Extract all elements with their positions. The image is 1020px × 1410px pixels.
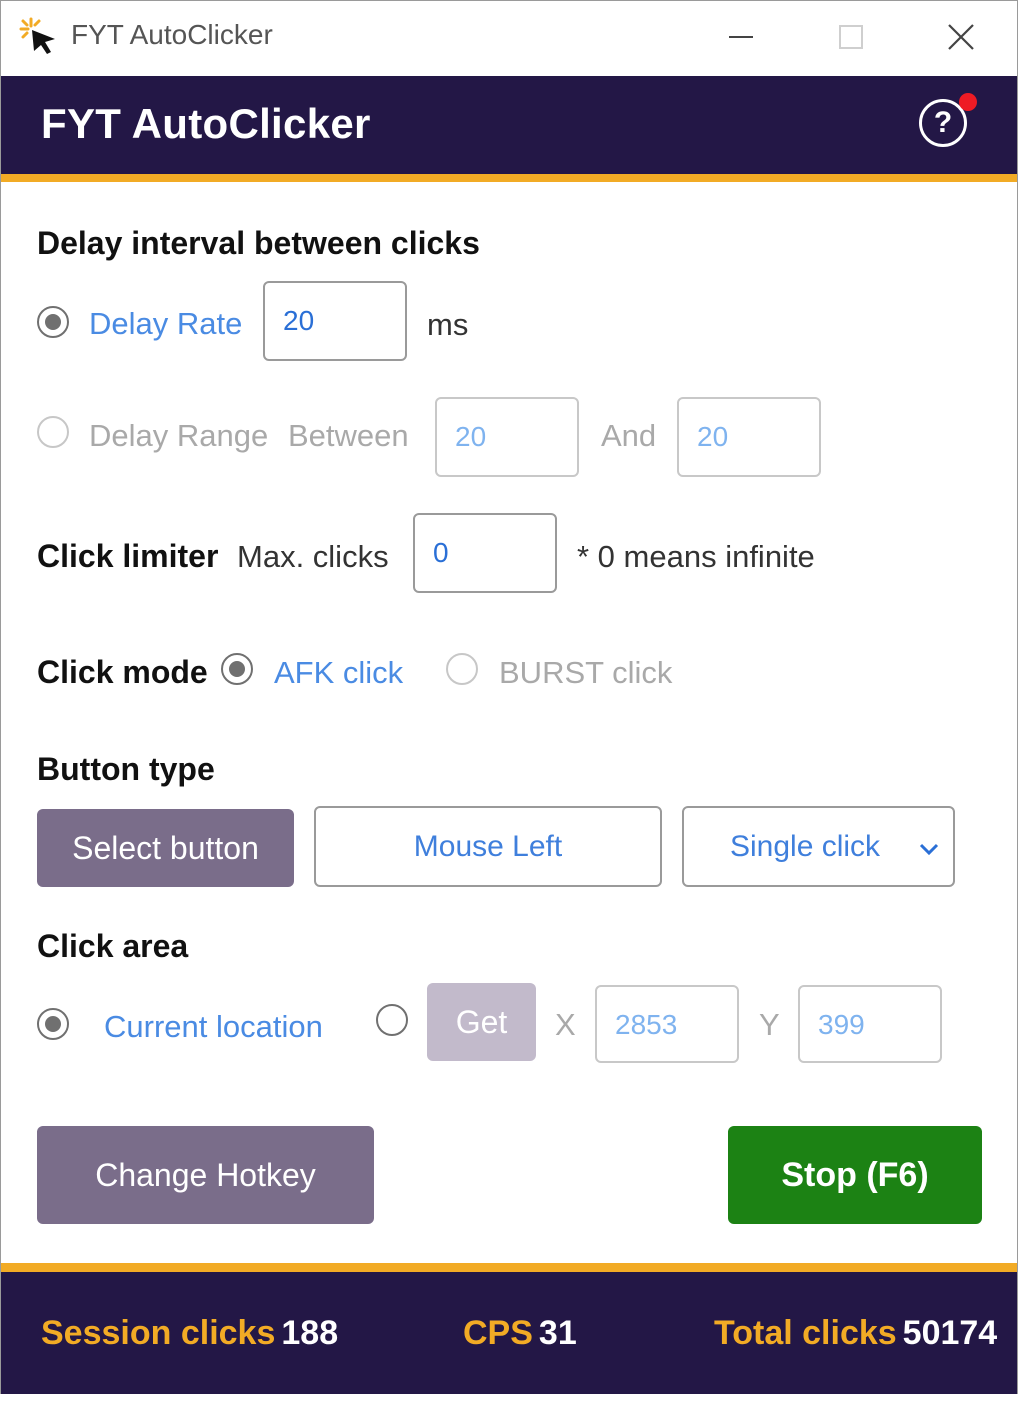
delay-rate-input[interactable]: 20 [263,281,407,361]
total-clicks-stat: Total clicks 50174 [714,1314,997,1353]
cps-label: CPS [463,1314,533,1352]
close-button[interactable] [931,11,991,63]
y-coordinate-input[interactable]: 399 [798,985,942,1063]
current-location-label[interactable]: Current location [104,1009,323,1045]
x-label: X [555,1007,576,1042]
change-hotkey-button[interactable]: Change Hotkey [37,1126,374,1224]
close-icon [948,24,974,50]
maximize-button[interactable] [821,11,881,63]
delay-section-title: Delay interval between clicks [37,225,480,261]
max-clicks-note: * 0 means infinite [577,539,815,574]
header-title: FYT AutoClicker [41,100,371,147]
session-clicks-value: 188 [281,1314,339,1352]
total-clicks-label: Total clicks [714,1314,897,1352]
button-type-section-title: Button type [37,751,215,787]
session-clicks-stat: Session clicks 188 [41,1314,338,1353]
fixed-location-radio[interactable] [376,1004,408,1036]
and-label: And [601,418,657,453]
stop-button[interactable]: Stop (F6) [728,1126,982,1224]
accent-bar-top [1,174,1017,182]
maximize-icon [839,25,863,49]
current-location-radio[interactable] [37,1008,69,1040]
minimize-button[interactable] [711,11,771,63]
stats-footer: Session clicks 188 CPS 31 Total clicks 5017… [1,1272,1017,1394]
delay-range-from-input[interactable]: 20 [435,397,579,477]
delay-range-label[interactable]: Delay Range [89,418,268,454]
delay-rate-unit: ms [427,307,469,342]
total-clicks-value: 50174 [902,1314,998,1352]
accent-bar-bottom [1,1263,1017,1272]
burst-click-label[interactable]: BURST click [499,655,672,691]
limiter-section-title: Click limiter [37,538,219,574]
delay-rate-radio[interactable] [37,306,69,338]
cps-stat: CPS 31 [463,1314,577,1353]
mouse-button-field[interactable]: Mouse Left [314,806,662,887]
app-cursor-icon [19,17,55,54]
window-title: FYT AutoClicker [71,19,273,50]
x-coordinate-input[interactable]: 2853 [595,985,739,1063]
session-clicks-label: Session clicks [41,1314,276,1352]
app-window: FYT AutoClicker FYT AutoClicker ? Delay … [0,0,1018,1394]
delay-range-to-input[interactable]: 20 [677,397,821,477]
between-label: Between [288,418,409,453]
afk-click-radio[interactable] [221,653,253,685]
afk-click-label[interactable]: AFK click [274,655,403,691]
notification-dot [959,93,977,111]
title-bar: FYT AutoClicker [1,1,1017,76]
mode-section-title: Click mode [37,654,208,690]
max-clicks-input[interactable]: 0 [413,513,557,593]
delay-range-radio[interactable] [37,416,69,448]
select-button[interactable]: Select button [37,809,294,887]
y-label: Y [759,1007,780,1042]
max-clicks-label: Max. clicks [237,539,389,574]
minimize-icon [729,36,753,38]
click-type-select[interactable]: Single click [682,806,955,887]
app-header: FYT AutoClicker [1,76,1017,174]
cps-value: 31 [538,1314,577,1352]
area-section-title: Click area [37,928,189,964]
click-type-value: Single click [730,829,881,863]
chevron-down-icon [919,843,939,856]
delay-rate-label[interactable]: Delay Rate [89,306,242,342]
get-location-button[interactable]: Get [427,983,536,1061]
burst-click-radio[interactable] [446,653,478,685]
